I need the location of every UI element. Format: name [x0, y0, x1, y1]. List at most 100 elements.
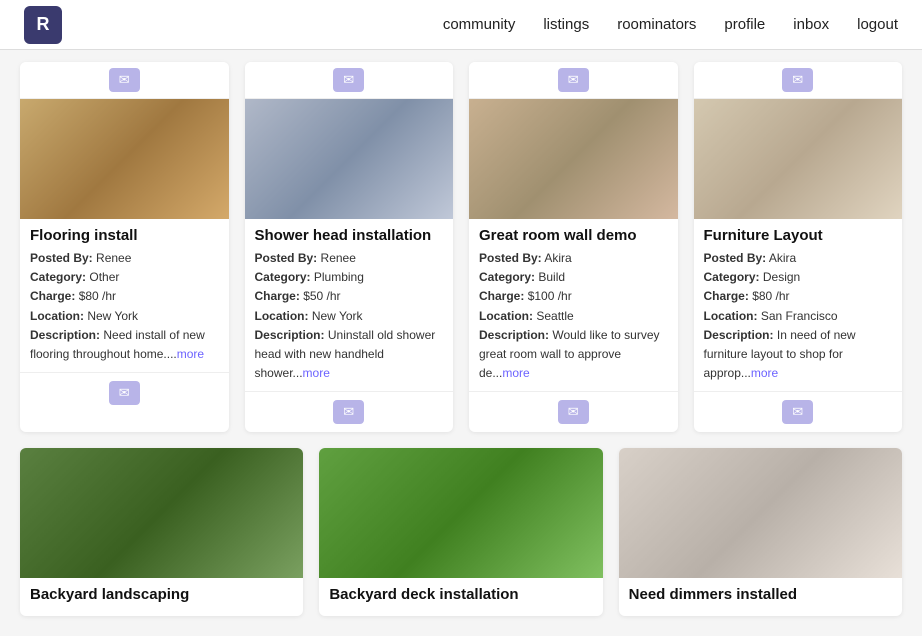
great-room-message-button-bottom[interactable]: ✉ — [558, 400, 589, 424]
furniture-layout-msg-bottom: ✉ — [694, 391, 903, 432]
shower-head-message-button[interactable]: ✉ — [333, 68, 364, 92]
logo[interactable]: R — [24, 6, 62, 44]
nav-link-roominators[interactable]: roominators — [617, 16, 696, 33]
furniture-layout-posted-label: Posted By: — [704, 251, 767, 265]
furniture-layout-image — [694, 99, 903, 219]
great-room-more-link[interactable]: more — [502, 366, 529, 380]
card-flooring-install: ✉ Flooring install Posted By: Renee Cate… — [20, 62, 229, 432]
great-room-details: Posted By: Akira Category: Build Charge:… — [479, 249, 668, 383]
furniture-layout-details: Posted By: Akira Category: Design Charge… — [704, 249, 893, 383]
shower-head-category-value: Plumbing — [314, 270, 364, 284]
dimmers-installed-body: Need dimmers installed — [619, 578, 902, 616]
shower-head-charge-label: Charge: — [255, 289, 300, 303]
shower-head-message-button-bottom[interactable]: ✉ — [333, 400, 364, 424]
envelope-icon: ✉ — [343, 404, 354, 420]
shower-head-posted-label: Posted By: — [255, 251, 318, 265]
dimmers-installed-title: Need dimmers installed — [629, 586, 892, 603]
card-backyard-deck: Backyard deck installation — [319, 448, 602, 616]
great-room-message-button[interactable]: ✉ — [558, 68, 589, 92]
flooring-install-charge-label: Charge: — [30, 289, 75, 303]
flooring-install-msg-bottom: ✉ — [20, 372, 229, 413]
card-shower-head: ✉ Shower head installation Posted By: Re… — [245, 62, 454, 432]
great-room-posted-value: Akira — [544, 251, 571, 265]
flooring-install-posted-value: Renee — [96, 251, 131, 265]
flooring-install-details: Posted By: Renee Category: Other Charge:… — [30, 249, 219, 364]
furniture-layout-location-value: San Francisco — [761, 309, 838, 323]
cards-row-2: Backyard landscaping Backyard deck insta… — [20, 448, 902, 616]
navbar: R community listings roominators profile inb… — [0, 0, 922, 50]
flooring-install-charge-value: $80 /hr — [79, 289, 116, 303]
shower-head-posted-value: Renee — [321, 251, 356, 265]
backyard-deck-image — [319, 448, 602, 578]
shower-head-msg-top: ✉ — [245, 62, 454, 99]
shower-head-location-value: New York — [312, 309, 363, 323]
envelope-icon: ✉ — [792, 72, 803, 88]
cards-row-1: ✉ Flooring install Posted By: Renee Cate… — [20, 62, 902, 432]
great-room-charge-value: $100 /hr — [528, 289, 572, 303]
flooring-install-location-label: Location: — [30, 309, 84, 323]
shower-head-body: Shower head installation Posted By: Rene… — [245, 219, 454, 391]
shower-head-title: Shower head installation — [255, 227, 444, 244]
great-room-charge-label: Charge: — [479, 289, 524, 303]
furniture-layout-message-button-bottom[interactable]: ✉ — [782, 400, 813, 424]
furniture-layout-msg-top: ✉ — [694, 62, 903, 99]
shower-head-location-label: Location: — [255, 309, 309, 323]
flooring-install-category-value: Other — [89, 270, 119, 284]
envelope-icon: ✉ — [568, 404, 579, 420]
nav-link-logout[interactable]: logout — [857, 16, 898, 33]
flooring-install-title: Flooring install — [30, 227, 219, 244]
great-room-posted-label: Posted By: — [479, 251, 542, 265]
backyard-landscaping-image — [20, 448, 303, 578]
shower-head-details: Posted By: Renee Category: Plumbing Char… — [255, 249, 444, 383]
nav-links: community listings roominators profile inbox… — [443, 16, 898, 33]
nav-link-profile[interactable]: profile — [724, 16, 765, 33]
shower-head-more-link[interactable]: more — [303, 366, 330, 380]
flooring-install-message-button[interactable]: ✉ — [109, 68, 140, 92]
card-backyard-landscaping: Backyard landscaping — [20, 448, 303, 616]
envelope-icon: ✉ — [343, 72, 354, 88]
furniture-layout-category-value: Design — [763, 270, 800, 284]
card-dimmers-installed: Need dimmers installed — [619, 448, 902, 616]
furniture-layout-more-link[interactable]: more — [751, 366, 778, 380]
nav-link-listings[interactable]: listings — [543, 16, 589, 33]
furniture-layout-category-label: Category: — [704, 270, 760, 284]
flooring-install-location-value: New York — [87, 309, 138, 323]
main-content: ✉ Flooring install Posted By: Renee Cate… — [0, 50, 922, 636]
furniture-layout-description-label: Description: — [704, 328, 774, 342]
shower-head-charge-value: $50 /hr — [303, 289, 340, 303]
furniture-layout-charge-label: Charge: — [704, 289, 749, 303]
shower-head-description-label: Description: — [255, 328, 325, 342]
furniture-layout-location-label: Location: — [704, 309, 758, 323]
flooring-install-more-link[interactable]: more — [177, 347, 204, 361]
logo-letter: R — [37, 14, 50, 35]
envelope-icon: ✉ — [568, 72, 579, 88]
furniture-layout-posted-value: Akira — [769, 251, 796, 265]
great-room-title: Great room wall demo — [479, 227, 668, 244]
backyard-landscaping-body: Backyard landscaping — [20, 578, 303, 616]
flooring-install-message-button-bottom[interactable]: ✉ — [109, 381, 140, 405]
great-room-category-label: Category: — [479, 270, 535, 284]
shower-head-image — [245, 99, 454, 219]
flooring-install-posted-label: Posted By: — [30, 251, 93, 265]
flooring-install-body: Flooring install Posted By: Renee Catego… — [20, 219, 229, 372]
nav-link-inbox[interactable]: inbox — [793, 16, 829, 33]
shower-head-msg-bottom: ✉ — [245, 391, 454, 432]
shower-head-category-label: Category: — [255, 270, 311, 284]
great-room-body: Great room wall demo Posted By: Akira Ca… — [469, 219, 678, 391]
envelope-icon: ✉ — [119, 72, 130, 88]
flooring-install-description-label: Description: — [30, 328, 100, 342]
great-room-location-value: Seattle — [536, 309, 573, 323]
furniture-layout-title: Furniture Layout — [704, 227, 893, 244]
furniture-layout-message-button[interactable]: ✉ — [782, 68, 813, 92]
envelope-icon: ✉ — [792, 404, 803, 420]
great-room-msg-bottom: ✉ — [469, 391, 678, 432]
card-great-room: ✉ Great room wall demo Posted By: Akira … — [469, 62, 678, 432]
flooring-install-msg-top: ✉ — [20, 62, 229, 99]
nav-link-community[interactable]: community — [443, 16, 516, 33]
flooring-install-image — [20, 99, 229, 219]
great-room-category-value: Build — [538, 270, 565, 284]
furniture-layout-body: Furniture Layout Posted By: Akira Catego… — [694, 219, 903, 391]
card-furniture-layout: ✉ Furniture Layout Posted By: Akira Cate… — [694, 62, 903, 432]
furniture-layout-charge-value: $80 /hr — [752, 289, 789, 303]
dimmers-installed-image — [619, 448, 902, 578]
